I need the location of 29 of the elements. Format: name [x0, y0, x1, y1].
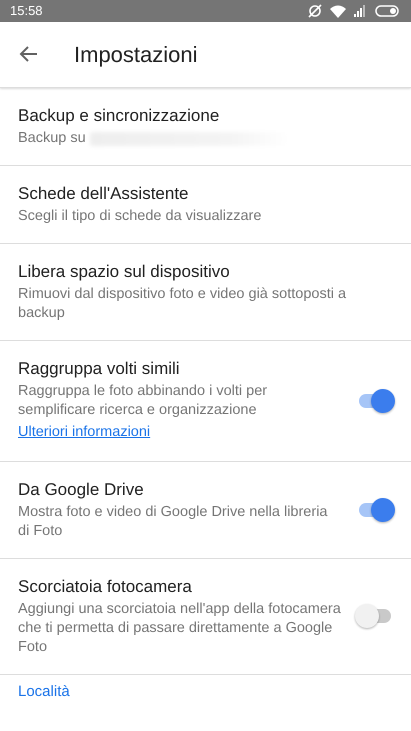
alarm-off-icon [308, 4, 322, 18]
setting-subtitle: Rimuovi dal dispositivo foto e video già sottoposti a backup [18, 285, 348, 324]
settings-item[interactable]: Da Google Drive Mostra foto e video di Google Drive nella libreria di Foto [0, 462, 411, 559]
setting-title: Schede dell'Assistente [18, 183, 190, 204]
setting-title: Raggruppa volti simili [18, 358, 181, 380]
setting-subtitle: Backup su [18, 129, 86, 148]
setting-title: Libera spazio sul dispositivo [18, 261, 231, 282]
battery-icon [375, 5, 401, 17]
settings-item[interactable]: Raggruppa volti simili Raggruppa le foto abbinando i volti per semplificare ricerca e organizzazione Ulteriori informazioni [0, 341, 411, 462]
toggle-switch[interactable] [357, 389, 393, 414]
status-time: 15:58 [10, 2, 43, 20]
settings-item[interactable]: Libera spazio sul dispositivo Rimuovi dal dispositivo foto e video già sottoposti a backup [0, 244, 411, 342]
settings-item[interactable]: Backup e sincronizzazione Backup su [0, 88, 411, 166]
settings-item[interactable]: Scorciatoia fotocamera Aggiungi una scorciatoia nell'app della fotocamera che ti permetta di passare direttamente a Google Foto [0, 559, 411, 675]
page-title: Impostazioni [74, 41, 198, 69]
signal-icon [354, 5, 367, 17]
setting-title: Scorciatoia fotocamera [18, 576, 193, 598]
toggle-switch[interactable] [357, 498, 393, 522]
setting-subtitle: Scegli il tipo di schede da visualizzare [18, 207, 262, 226]
setting-title: Backup e sincronizzazione [18, 105, 220, 126]
settings-item[interactable]: Schede dell'Assistente Scegli il tipo di schede da visualizzare [0, 166, 411, 244]
setting-subtitle: Raggruppa le foto abbinando i volti per semplificare ricerca e organizzazione [18, 382, 268, 420]
toggle-switch[interactable] [357, 604, 393, 628]
setting-subtitle: Aggiungi una scorciatoia nell'app della fotocamera che ti permetta di passare direttamente a Google Foto [18, 600, 341, 657]
more-info-link[interactable]: Ulteriori informazioni [18, 424, 150, 440]
setting-subtitle: Mostra foto e video di Google Drive nella libreria di Foto [18, 503, 328, 541]
wifi-icon [330, 4, 346, 18]
section-header: Località [17, 682, 71, 702]
setting-title: Da Google Drive [18, 479, 145, 500]
